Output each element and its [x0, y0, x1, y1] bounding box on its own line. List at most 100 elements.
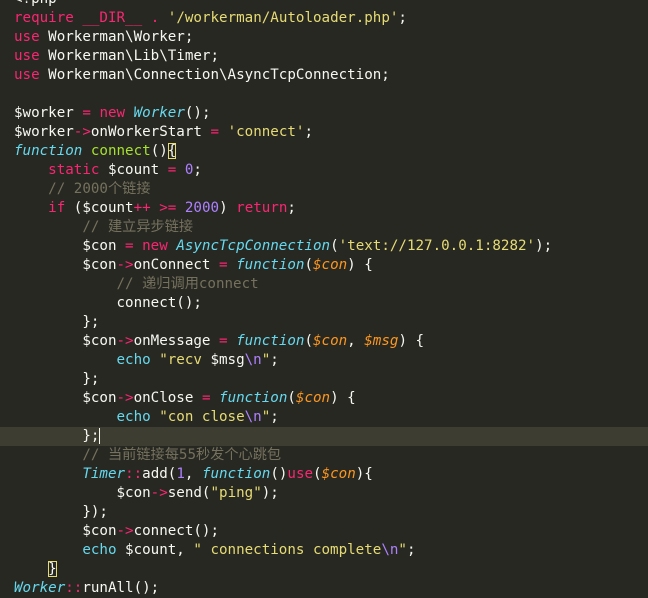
code-token: >=	[159, 200, 177, 216]
code-line[interactable]: Worker::runAll();	[0, 579, 648, 598]
code-token: ) {	[398, 333, 425, 349]
code-line[interactable]: $con->onClose = function($con) {	[0, 389, 648, 408]
code-token: $con	[14, 257, 117, 273]
code-line[interactable]: }	[0, 560, 648, 579]
code-line[interactable]: };	[0, 370, 648, 389]
code-token: onClose	[133, 390, 202, 406]
code-line[interactable]	[0, 85, 648, 104]
code-line[interactable]: $con->send("ping");	[0, 484, 648, 503]
line-content: use Workerman\Worker;	[14, 28, 193, 47]
code-token: runAll();	[82, 580, 160, 596]
code-token: " connections complete	[193, 542, 382, 558]
code-token: };	[14, 371, 100, 387]
code-line[interactable]: // 建立异步链接	[0, 218, 648, 237]
code-token: static	[48, 162, 100, 178]
code-line[interactable]: $worker = new Worker();	[0, 104, 648, 123]
code-token: $worker	[14, 105, 83, 121]
code-token: ->	[116, 257, 134, 273]
code-token: 'connect'	[227, 124, 305, 140]
code-token: $con	[14, 523, 117, 539]
code-line[interactable]: };	[0, 313, 648, 332]
code-line[interactable]: echo "recv $msg\n";	[0, 351, 648, 370]
code-token: \n	[381, 542, 399, 558]
code-line[interactable]: connect();	[0, 294, 648, 313]
code-token: =	[219, 257, 228, 273]
code-token: 'text://127.0.0.1:8282'	[338, 238, 536, 254]
code-token: if	[48, 200, 66, 216]
code-editor[interactable]: <?php require __DIR__ . '/workerman/Autol…	[0, 0, 648, 597]
code-token: echo	[82, 542, 117, 558]
code-token: "	[261, 409, 271, 425]
code-token: $con	[14, 485, 151, 501]
code-token: =	[210, 124, 220, 140]
code-line[interactable]: $con->onConnect = function($con) {	[0, 256, 648, 275]
line-content: use Workerman\Connection\AsyncTcpConnect…	[14, 66, 390, 85]
code-line[interactable]: // 当前链接每55秒发个心跳包	[0, 446, 648, 465]
code-line[interactable]: echo "con close\n";	[0, 408, 648, 427]
line-content: Worker::runAll();	[14, 579, 159, 598]
code-token: ,	[347, 333, 365, 349]
code-line[interactable]: $worker->onWorkerStart = 'connect';	[0, 123, 648, 142]
code-token: onWorkerStart	[90, 124, 211, 140]
code-line[interactable]: // 递归调用connect	[0, 275, 648, 294]
code-line[interactable]: <?php	[0, 0, 648, 9]
code-line[interactable]: require __DIR__ . '/workerman/Autoloader…	[0, 9, 648, 28]
code-token: ) {	[330, 390, 356, 406]
code-token: connect();	[14, 295, 202, 311]
code-token: $con	[14, 390, 117, 406]
code-token: (	[304, 257, 313, 273]
line-content: };	[14, 427, 101, 446]
code-token: Worker	[133, 105, 185, 121]
code-token: =	[125, 238, 134, 254]
code-line[interactable]: $con->onMessage = function($con, $msg) {	[0, 332, 648, 351]
code-token: $con	[14, 238, 126, 254]
line-content: $worker->onWorkerStart = 'connect';	[14, 123, 313, 142]
line-content: // 建立异步链接	[14, 218, 193, 237]
code-token: function	[14, 143, 83, 159]
code-token: Worker	[14, 580, 66, 596]
code-token: ()	[150, 143, 168, 159]
code-token: AsyncTcpConnection	[176, 238, 331, 254]
code-token: "ping"	[210, 485, 262, 501]
code-token: (	[330, 238, 339, 254]
code-line[interactable]: $con = new AsyncTcpConnection('text://12…	[0, 237, 648, 256]
code-token: onMessage	[133, 333, 220, 349]
code-line[interactable]: // 2000个链接	[0, 180, 648, 199]
code-token: $msg	[364, 333, 399, 349]
code-line[interactable]: function connect(){	[0, 142, 648, 161]
code-line[interactable]: use Workerman\Connection\AsyncTcpConnect…	[0, 66, 648, 85]
code-line[interactable]: echo $count, " connections complete\n";	[0, 541, 648, 560]
code-token: ::	[125, 466, 143, 482]
line-content: // 2000个链接	[14, 180, 150, 199]
code-token: use	[287, 466, 314, 482]
line-content: connect();	[14, 294, 202, 313]
code-token: ();	[184, 105, 211, 121]
code-line[interactable]: $con->connect();	[0, 522, 648, 541]
code-token: onConnect	[133, 257, 220, 273]
code-line[interactable]: Timer::add(1, function()use($con){	[0, 465, 648, 484]
code-token: (	[313, 466, 322, 482]
code-token: new	[142, 238, 168, 254]
code-token: ()	[270, 466, 288, 482]
code-token: // 建立异步链接	[82, 219, 194, 235]
code-line[interactable]: if ($count++ >= 2000) return;	[0, 199, 648, 218]
code-line[interactable]: };	[0, 427, 648, 446]
code-token: $con	[295, 390, 331, 406]
line-content: $con->onMessage = function($con, $msg) {	[14, 332, 424, 351]
code-line[interactable]: use Workerman\Lib\Timer;	[0, 47, 648, 66]
line-content: echo $count, " connections complete\n";	[14, 541, 415, 560]
code-token: =	[219, 333, 228, 349]
code-line[interactable]: static $count = 0;	[0, 161, 648, 180]
code-token: ->	[116, 390, 134, 406]
code-line[interactable]: });	[0, 503, 648, 522]
code-token: '/workerman/Autoloader.php'	[167, 10, 399, 26]
code-token: ;	[193, 162, 202, 178]
code-token: Workerman\Connection\AsyncTcpConnection;	[39, 67, 390, 83]
line-content: echo "recv $msg\n";	[14, 351, 279, 370]
code-line[interactable]: use Workerman\Worker;	[0, 28, 648, 47]
